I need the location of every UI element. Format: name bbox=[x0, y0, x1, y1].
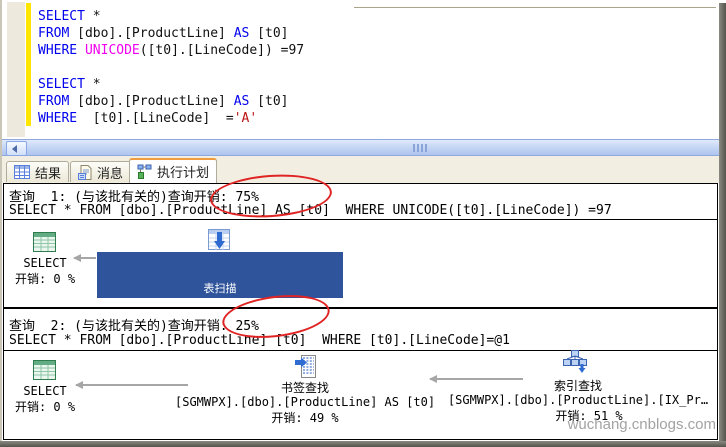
horizontal-scrollbar[interactable] bbox=[2, 139, 719, 156]
plan-arrow bbox=[76, 384, 188, 386]
tab-results[interactable]: 结果 bbox=[6, 161, 69, 182]
left-arrow-icon bbox=[12, 145, 17, 153]
table-scan-icon[interactable] bbox=[208, 229, 230, 250]
execution-plan-icon bbox=[137, 164, 152, 179]
separator-line bbox=[4, 350, 717, 351]
query2-header: 查询 2: (与该批有关的)查询开销: 25% bbox=[9, 315, 259, 334]
sql-code-line: FROM [dbo].[ProductLine] AS [t0] bbox=[38, 93, 304, 110]
ssms-query-window: SELECT *FROM [dbo].[ProductLine] AS [t0]… bbox=[0, 0, 726, 447]
sql-code-line: WHERE [t0].[LineCode] ='A' bbox=[38, 110, 304, 127]
bookmark-lookup-icon[interactable] bbox=[295, 355, 316, 378]
messages-icon bbox=[78, 165, 92, 180]
bookmark-lookup-cost: 开销: 49 % bbox=[255, 409, 355, 426]
tab-results-label: 结果 bbox=[35, 163, 61, 182]
sql-code-line: SELECT * bbox=[38, 76, 304, 93]
sql-code-line: WHERE UNICODE([t0].[LineCode]) =97 bbox=[38, 42, 304, 59]
sql-editor[interactable]: SELECT *FROM [dbo].[ProductLine] AS [t0]… bbox=[2, 0, 719, 139]
results-grid-icon bbox=[14, 165, 30, 179]
tab-execution-plan[interactable]: 执行计划 bbox=[129, 158, 217, 183]
tab-messages-label: 消息 bbox=[97, 163, 123, 182]
plan-arrow bbox=[74, 257, 96, 259]
window-right-edge bbox=[719, 3, 726, 447]
window-left-edge bbox=[0, 0, 2, 447]
index-seek-object: [SGMWPX].[dbo].[ProductLine].[IX_Pr… bbox=[445, 393, 711, 407]
index-seek-label[interactable]: 索引查找 bbox=[530, 377, 626, 394]
sql-code-line bbox=[38, 59, 304, 76]
query2-select-cost: 开销: 0 % bbox=[1, 398, 89, 415]
changed-lines-bar bbox=[26, 3, 31, 126]
editor-top-rule bbox=[354, 7, 716, 8]
query-divider bbox=[4, 307, 717, 309]
scroll-left-button[interactable] bbox=[6, 141, 27, 156]
plan-arrow bbox=[430, 378, 523, 380]
bookmark-lookup-object: [SGMWPX].[dbo].[ProductLine] AS [t0] bbox=[175, 395, 435, 409]
table-scan-node-selected[interactable]: 表扫描 [SGMWPX].[dbo].[ProductLine] AS [t0]… bbox=[97, 252, 343, 298]
index-seek-icon[interactable] bbox=[562, 350, 587, 373]
sql-code-line: SELECT * bbox=[38, 8, 304, 25]
select-result-icon[interactable] bbox=[33, 360, 56, 380]
tab-messages[interactable]: 消息 bbox=[70, 161, 131, 182]
bookmark-lookup-label[interactable]: 书签查找 bbox=[255, 379, 355, 396]
sql-code-line: FROM [dbo].[ProductLine] AS [t0] bbox=[38, 25, 304, 42]
results-tabbar: 结果 消息 执行计划 bbox=[2, 156, 719, 183]
editor-gutter bbox=[7, 2, 25, 137]
table-scan-label: 表扫描 bbox=[97, 282, 343, 296]
query1-select-cost: 开销: 0 % bbox=[1, 270, 89, 287]
splitter-grip[interactable] bbox=[413, 144, 429, 152]
separator-line bbox=[4, 219, 717, 220]
select-result-icon[interactable] bbox=[33, 232, 56, 252]
watermark-text: wuchang.cnblogs.com bbox=[540, 416, 716, 433]
tab-execution-plan-label: 执行计划 bbox=[157, 162, 209, 181]
window-bottom-edge bbox=[0, 441, 726, 447]
sql-code[interactable]: SELECT *FROM [dbo].[ProductLine] AS [t0]… bbox=[38, 8, 304, 127]
